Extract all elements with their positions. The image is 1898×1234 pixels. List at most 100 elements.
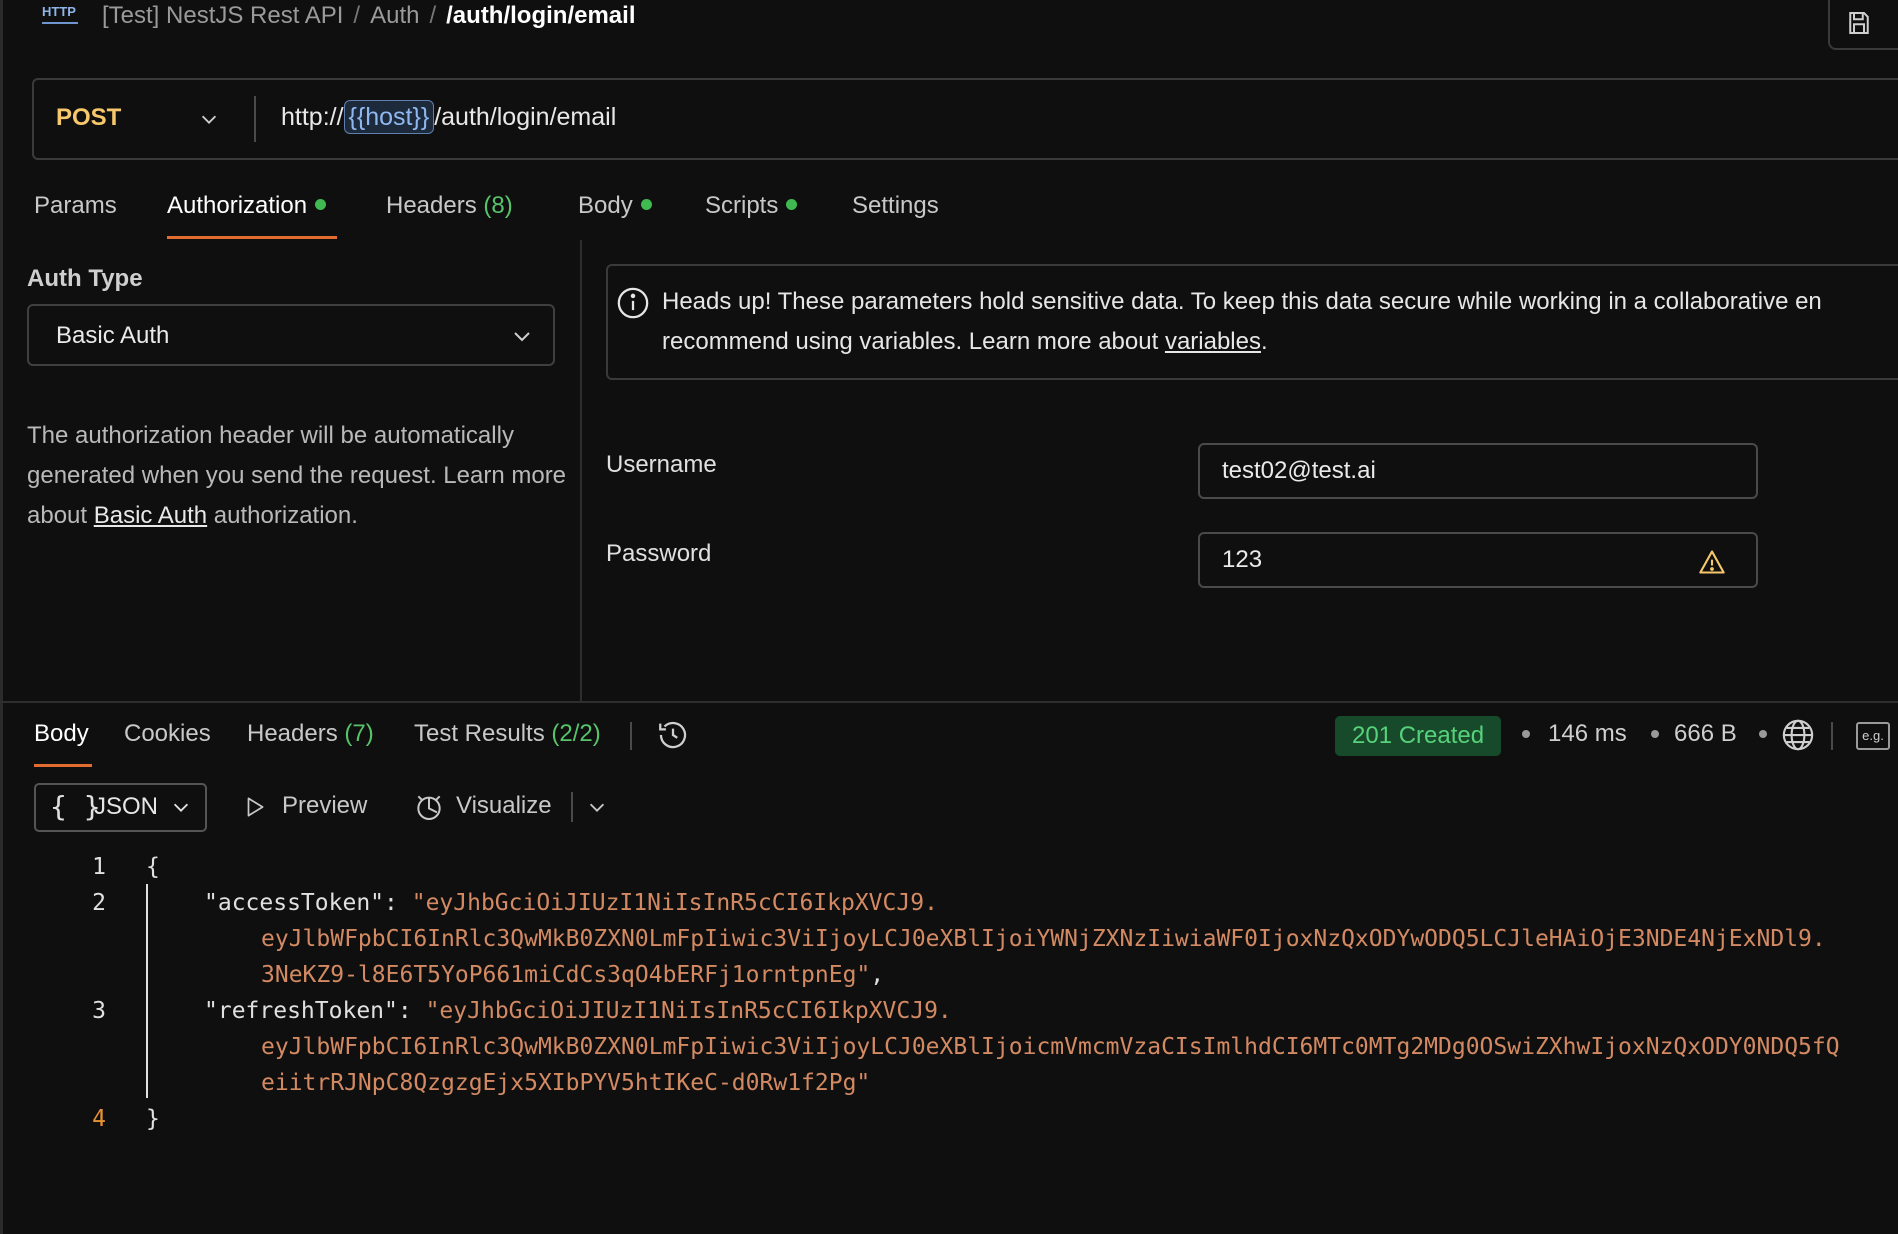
response-size[interactable]: 666 B	[1674, 720, 1737, 748]
password-input[interactable]	[1198, 532, 1758, 588]
line-number: 4	[92, 1106, 106, 1132]
http-icon-text: HTTP	[42, 2, 78, 24]
tab-label: Test Results	[414, 720, 545, 747]
http-request-icon: HTTP	[42, 2, 78, 32]
notice-text: Heads up! These parameters hold sensitiv…	[662, 282, 1898, 362]
info-icon	[617, 287, 649, 319]
breadcrumb-folder[interactable]: Auth	[370, 2, 419, 29]
auth-description-text: authorization.	[207, 502, 358, 529]
toolbar-separator	[571, 792, 573, 822]
active-tab-indicator	[34, 764, 92, 767]
save-icon	[1849, 12, 1869, 34]
auth-type-label: Auth Type	[27, 265, 143, 292]
breadcrumb-separator: /	[429, 2, 437, 29]
auth-description: The authorization header will be automat…	[27, 416, 567, 536]
tab-label: Body	[578, 192, 633, 219]
meta-separator-dot	[1759, 730, 1767, 738]
chevron-down-icon	[514, 332, 530, 342]
json-key: "refreshToken"	[204, 998, 398, 1024]
line-number: 3	[92, 998, 106, 1024]
breadcrumb-separator: /	[353, 2, 361, 29]
line-number: 2	[92, 890, 106, 916]
json-string: "eyJhbGciOiJIUzI1NiIsInR5cCI6IkpXVCJ9.	[411, 890, 938, 916]
window-left-edge	[0, 0, 3, 1234]
tab-label: Headers	[386, 192, 477, 219]
password-label: Password	[606, 540, 712, 567]
json-line-access-token: "accessToken": "eyJhbGciOiJIUzI1NiIsInR5…	[204, 890, 938, 916]
visualize-icon[interactable]	[413, 791, 445, 823]
chevron-down-icon[interactable]	[586, 796, 608, 818]
json-string: 3NeKZ9-l8E6T5YoP661miCdCs3qO4bERFj1orntp…	[261, 962, 871, 988]
modified-dot	[315, 199, 327, 211]
meta-separator-dot	[1651, 730, 1659, 738]
response-tab-cookies[interactable]: Cookies	[124, 720, 211, 748]
globe-icon[interactable]	[1781, 718, 1815, 752]
json-string-wrap: eyJlbWFpbCI6InRlc3QwMkB0ZXN0LmFpIiwic3Vi…	[261, 1034, 1840, 1060]
json-string-wrap: 3NeKZ9-l8E6T5YoP661miCdCs3qO4bERFj1orntp…	[261, 962, 884, 988]
tab-label: Cookies	[124, 720, 211, 747]
history-icon[interactable]	[656, 718, 690, 752]
tab-label: Params	[34, 192, 117, 219]
tab-label: Scripts	[705, 192, 779, 219]
tab-label: Authorization	[167, 192, 308, 219]
toolbar-separator	[630, 722, 632, 750]
url-divider	[254, 96, 256, 142]
auth-type-value: Basic Auth	[56, 322, 170, 349]
json-string-wrap: eiitrRJNpC8QzgzgEjx5XIbPYV5htIKeC-d0Rw1f…	[261, 1070, 871, 1096]
json-colon: :	[384, 890, 412, 916]
url-variable[interactable]: {{host}}	[343, 100, 435, 134]
tab-authorization[interactable]: Authorization	[167, 192, 327, 220]
json-open-brace: {	[146, 854, 160, 880]
notice-text-part: .	[1260, 328, 1268, 355]
response-tab-headers[interactable]: Headers (7)	[247, 720, 374, 748]
breadcrumb: [Test] NestJS Rest API / Auth / /auth/login/…	[102, 0, 636, 34]
tab-params[interactable]: Params	[34, 192, 117, 220]
tab-label: Body	[34, 720, 89, 747]
notice-line: Heads up! These parameters hold sensitiv…	[662, 288, 1822, 315]
response-tab-body[interactable]: Body	[34, 720, 89, 748]
json-braces-icon: { }	[50, 790, 101, 823]
json-close-brace: }	[146, 1106, 160, 1132]
tab-count: (7)	[344, 720, 374, 747]
play-icon[interactable]	[242, 794, 268, 820]
pane-divider-vertical[interactable]	[580, 240, 582, 702]
breadcrumb-collection[interactable]: [Test] NestJS Rest API	[102, 2, 343, 29]
status-badge[interactable]: 201 Created	[1335, 716, 1502, 756]
notice-line: recommend using variables. Learn more ab…	[662, 322, 1898, 362]
tab-label: Settings	[852, 192, 939, 219]
chevron-down-icon	[173, 803, 189, 812]
json-line-refresh-token: "refreshToken": "eyJhbGciOiJIUzI1NiIsInR…	[204, 998, 952, 1024]
tab-headers[interactable]: Headers (8)	[386, 192, 513, 220]
meta-separator-dot	[1522, 730, 1530, 738]
preview-button[interactable]: Preview	[282, 792, 367, 820]
method-select[interactable]: POST	[56, 104, 121, 132]
tab-body[interactable]: Body	[578, 192, 652, 220]
save-example-icon[interactable]: e.g.	[1856, 722, 1890, 750]
variables-link[interactable]: variables	[1165, 328, 1261, 355]
json-key: "accessToken"	[204, 890, 385, 916]
chevron-down-icon[interactable]	[198, 108, 220, 130]
response-tab-test-results[interactable]: Test Results (2/2)	[414, 720, 601, 748]
tab-label: Headers	[247, 720, 338, 747]
breadcrumb-current[interactable]: /auth/login/email	[446, 2, 635, 29]
format-label: JSON	[94, 793, 159, 820]
url-input[interactable]: http://{{host}}/auth/login/email	[281, 100, 616, 134]
warning-icon[interactable]	[1698, 548, 1726, 576]
username-input[interactable]	[1198, 443, 1758, 499]
modified-dot	[640, 199, 652, 211]
url-path: /auth/login/email	[434, 103, 617, 131]
tab-count: (8)	[483, 192, 513, 219]
tab-settings[interactable]: Settings	[852, 192, 939, 220]
visualize-button[interactable]: Visualize	[456, 792, 552, 820]
json-string-wrap: eyJlbWFpbCI6InRlc3QwMkB0ZXN0LmFpIiwic3Vi…	[261, 926, 1826, 952]
save-button[interactable]	[1828, 0, 1898, 50]
basic-auth-link[interactable]: Basic Auth	[94, 502, 207, 529]
line-number: 1	[92, 854, 106, 880]
json-comma: ,	[870, 962, 885, 988]
active-tab-indicator	[167, 236, 337, 239]
tab-count: (2/2)	[551, 720, 601, 747]
tab-scripts[interactable]: Scripts	[705, 192, 798, 220]
response-time[interactable]: 146 ms	[1548, 720, 1627, 748]
pane-divider-horizontal[interactable]	[0, 701, 1898, 703]
indent-guide	[146, 884, 148, 1098]
